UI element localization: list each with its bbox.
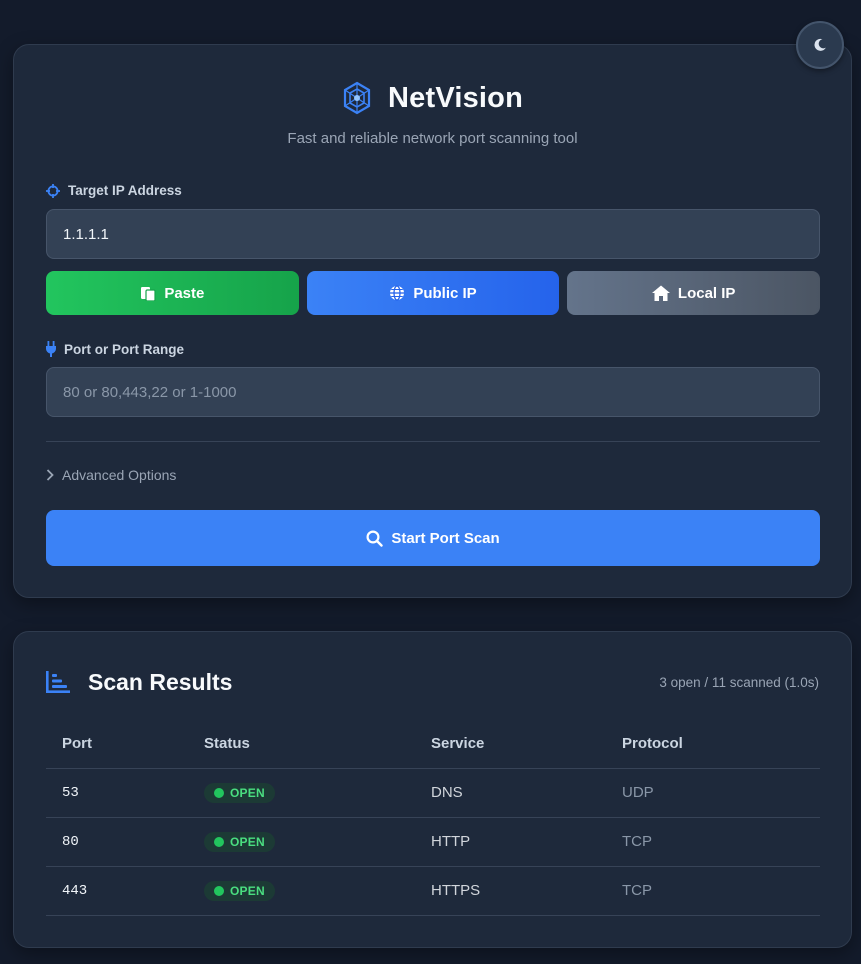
start-port-scan-label: Start Port Scan [391,529,500,547]
plug-icon [46,341,56,357]
column-header-status: Status [188,720,415,769]
target-ip-label-text: Target IP Address [68,183,182,198]
status-text: OPEN [230,883,265,898]
port-cell: 53 [46,768,188,818]
status-cell: OPEN [188,768,415,818]
status-cell: OPEN [188,866,415,916]
results-table: Port Status Service Protocol 53 OPEN DNS… [46,720,820,916]
paste-button[interactable]: Paste [46,271,299,315]
table-header-row: Port Status Service Protocol [46,720,820,769]
status-dot-icon [214,836,224,847]
home-icon [651,285,670,301]
form-divider [46,441,820,442]
globe-icon [390,285,405,301]
port-cell: 80 [46,817,188,867]
results-title: Scan Results [88,668,233,695]
status-text: OPEN [230,834,265,849]
results-header: Scan Results 3 open / 11 scanned (1.0s) [46,666,819,698]
column-header-protocol: Protocol [606,720,820,769]
status-cell: OPEN [188,817,415,867]
public-ip-button[interactable]: Public IP [306,271,560,315]
table-row: 80 OPEN HTTP TCP [46,817,820,867]
network-cube-icon [343,81,371,115]
target-ip-input[interactable] [46,209,820,259]
table-row: 443 OPEN HTTPS TCP [46,866,820,916]
target-ip-label: Target IP Address [46,183,182,198]
app-title: NetVision [387,81,524,114]
protocol-cell: UDP [606,768,820,818]
status-text: OPEN [230,785,265,800]
advanced-options-toggle[interactable]: Advanced Options [46,467,176,483]
paste-button-label: Paste [164,284,205,302]
status-badge: OPEN [204,782,275,803]
port-range-label-text: Port or Port Range [64,341,185,357]
clipboard-icon [141,287,156,301]
column-header-port: Port [46,720,188,769]
crosshair-icon [46,183,60,198]
chevron-right-icon [46,469,54,481]
status-dot-icon [214,885,224,896]
results-summary: 3 open / 11 scanned (1.0s) [659,674,819,690]
protocol-cell: TCP [606,866,820,916]
public-ip-button-label: Public IP [413,284,477,302]
protocol-cell: TCP [606,817,820,867]
brand-header: NetVision [14,81,851,115]
port-range-label: Port or Port Range [46,341,184,357]
status-badge: OPEN [204,880,275,901]
local-ip-button-label: Local IP [677,284,736,302]
service-cell: HTTP [415,817,606,867]
start-port-scan-button[interactable]: Start Port Scan [46,510,820,566]
port-cell: 443 [46,866,188,916]
advanced-options-label: Advanced Options [62,467,177,483]
status-badge: OPEN [204,831,275,852]
results-card: Scan Results 3 open / 11 scanned (1.0s) … [13,631,852,948]
scanner-card: NetVision Fast and reliable network port… [13,44,852,598]
bar-chart-icon [46,671,70,693]
local-ip-button[interactable]: Local IP [567,271,821,315]
service-cell: HTTPS [415,866,606,916]
port-range-input[interactable] [46,367,820,417]
search-icon [366,529,384,547]
theme-toggle-button[interactable] [796,21,844,69]
service-cell: DNS [415,768,606,818]
moon-icon [814,38,826,51]
app-subtitle: Fast and reliable network port scanning … [287,130,578,147]
ip-quick-actions: Paste Public IP Local IP [46,271,821,315]
column-header-service: Service [415,720,606,769]
status-dot-icon [214,787,224,798]
table-row: 53 OPEN DNS UDP [46,768,820,818]
